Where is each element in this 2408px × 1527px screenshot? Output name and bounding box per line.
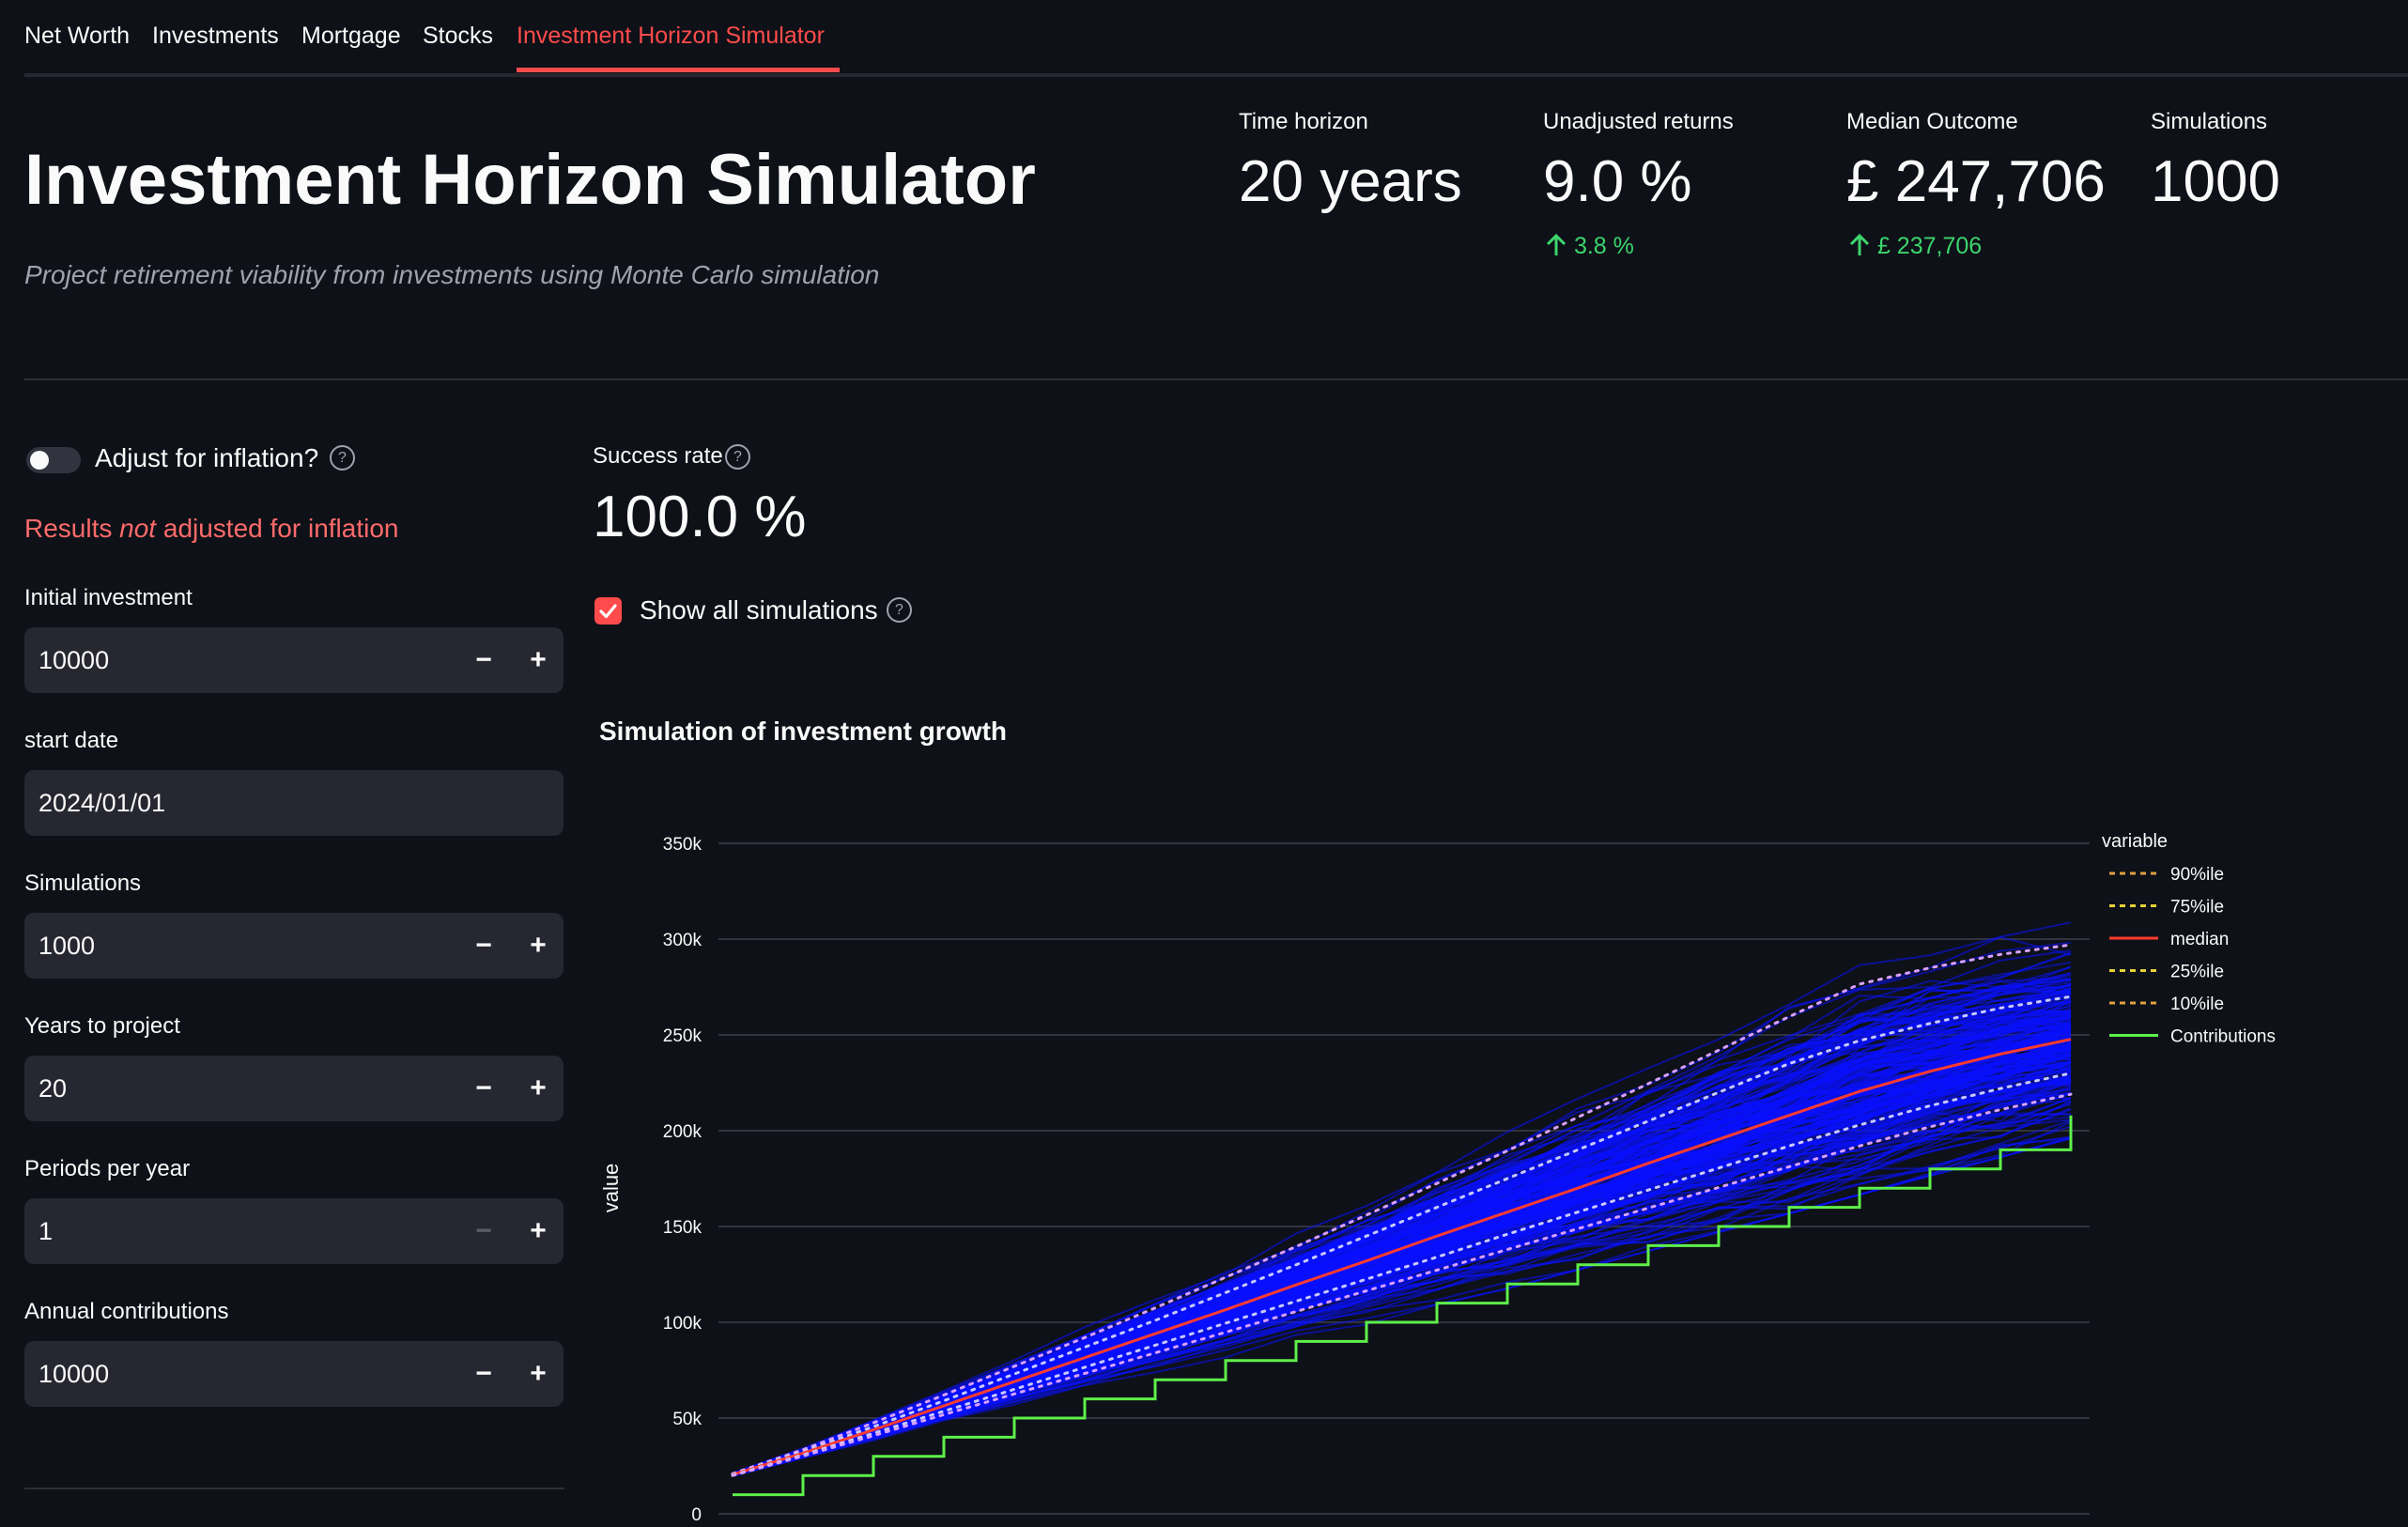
active-tab-underline (517, 68, 840, 72)
initial-investment-value: 10000 (39, 646, 110, 674)
annual-contributions-decrement[interactable]: − (462, 1352, 505, 1396)
legend-label: 25%ile (2170, 963, 2224, 982)
start-date-input[interactable]: 2024/01/01 (24, 770, 563, 836)
annual-contributions-increment[interactable]: + (517, 1352, 560, 1396)
start-date-value: 2024/01/01 (39, 789, 166, 817)
periods-per-year-input[interactable]: 1 − + (24, 1198, 563, 1264)
arrow-up-icon (1546, 233, 1567, 255)
tab-bar: Net Worth Investments Mortgage Stocks In… (24, 0, 2408, 77)
y-tick-label: 50k (672, 1410, 702, 1429)
inflation-toggle-label: Adjust for inflation? (95, 443, 318, 473)
show-all-simulations-checkbox[interactable] (594, 597, 622, 625)
metric-label: Time horizon (1239, 109, 1368, 134)
page-subtitle: Project retirement viability from invest… (24, 260, 880, 289)
years-to-project-value: 20 (39, 1074, 68, 1103)
section-divider (24, 378, 2408, 380)
metric-label: Simulations (2151, 109, 2268, 134)
arrow-up-icon (1849, 233, 1870, 255)
years-to-project-increment[interactable]: + (517, 1067, 560, 1110)
tab-investment-horizon-simulator[interactable]: Investment Horizon Simulator (517, 23, 825, 50)
initial-investment-input[interactable]: 10000 − + (24, 627, 563, 693)
legend-label: median (2170, 930, 2229, 949)
question-circle-icon[interactable]: ? (330, 445, 355, 470)
check-icon (599, 604, 617, 619)
periods-per-year-value: 1 (39, 1217, 54, 1245)
tab-stocks[interactable]: Stocks (423, 23, 493, 50)
warning-text: Results (24, 514, 120, 543)
legend-label: Contributions (2170, 1027, 2276, 1047)
simulations-input[interactable]: 1000 − + (24, 913, 563, 979)
simulations-label: Simulations (24, 871, 142, 896)
legend-label: 75%ile (2170, 898, 2224, 918)
y-axis-label: value (599, 1164, 623, 1213)
start-date-label: start date (24, 728, 119, 753)
periods-per-year-decrement[interactable]: − (462, 1210, 505, 1253)
success-rate-label-text: Success rate (593, 443, 723, 469)
y-tick-label: 100k (663, 1314, 702, 1334)
chart-axis: 0 50k 100k 150k 200k 250k 300k 350k value (599, 835, 702, 1525)
toggle-knob (30, 451, 49, 470)
annual-contributions-value: 10000 (39, 1360, 110, 1388)
metric-value: 1000 (2151, 149, 2280, 214)
initial-investment-decrement[interactable]: − (462, 639, 505, 682)
y-tick-label: 350k (663, 835, 702, 855)
inflation-toggle[interactable] (26, 447, 81, 473)
warning-emphasis: not (119, 514, 157, 543)
legend-label: 90%ile (2170, 865, 2224, 885)
tab-mortgage[interactable]: Mortgage (301, 23, 401, 50)
periods-per-year-increment[interactable]: + (517, 1210, 560, 1253)
legend-label: 10%ile (2170, 995, 2224, 1014)
years-to-project-decrement[interactable]: − (462, 1067, 505, 1110)
simulations-value: 1000 (39, 932, 96, 960)
chart-title: Simulation of investment growth (599, 717, 1008, 746)
legend-title: variable (2102, 831, 2168, 852)
warning-text: adjusted for inflation (156, 514, 399, 543)
page-title: Investment Horizon Simulator (24, 140, 1036, 220)
years-to-project-input[interactable]: 20 − + (24, 1056, 563, 1121)
metric-delta: 3.8 % (1545, 233, 1634, 260)
initial-investment-increment[interactable]: + (517, 639, 560, 682)
metric-value: £ 247,706 (1846, 149, 2106, 214)
inflation-toggle-text: Adjust for inflation? (95, 443, 319, 472)
show-all-simulations-label: Show all simulations (640, 595, 878, 625)
success-rate-value: 100.0 % (593, 485, 807, 549)
question-circle-icon[interactable]: ? (887, 597, 912, 623)
annual-contributions-input[interactable]: 10000 − + (24, 1341, 563, 1407)
metric-label: Unadjusted returns (1543, 109, 1734, 134)
investment-growth-chart: 0 50k 100k 150k 200k 250k 300k 350k value variab… (599, 831, 2276, 1525)
metric-value: 9.0 % (1543, 149, 1692, 214)
metric-delta-value: £ 237,706 (1876, 233, 1983, 259)
simulations-decrement[interactable]: − (462, 924, 505, 967)
success-rate-label: Success rate (593, 443, 723, 470)
tab-net-worth[interactable]: Net Worth (24, 23, 130, 50)
chart-legend: variable90%ile 75%ile median 25%ile 10%ile Co… (2102, 831, 2276, 1047)
y-tick-label: 200k (663, 1122, 702, 1142)
y-tick-label: 250k (663, 1026, 702, 1046)
metric-delta-value: 3.8 % (1573, 233, 1634, 259)
inflation-warning: Results not adjusted for inflation (24, 514, 398, 544)
simulations-increment[interactable]: + (517, 924, 560, 967)
metric-delta: £ 237,706 (1848, 233, 1982, 260)
metric-label: Median Outcome (1846, 109, 2018, 134)
years-to-project-label: Years to project (24, 1013, 180, 1039)
annual-contributions-label: Annual contributions (24, 1299, 229, 1324)
y-tick-label: 150k (663, 1218, 702, 1238)
sidebar-divider (24, 1488, 564, 1489)
metric-value: 20 years (1239, 149, 1462, 214)
initial-investment-label: Initial investment (24, 585, 193, 610)
y-tick-label: 0 (691, 1505, 702, 1525)
tab-investments[interactable]: Investments (152, 23, 279, 50)
periods-per-year-label: Periods per year (24, 1156, 191, 1181)
y-tick-label: 300k (663, 931, 702, 950)
question-circle-icon[interactable]: ? (725, 444, 750, 470)
